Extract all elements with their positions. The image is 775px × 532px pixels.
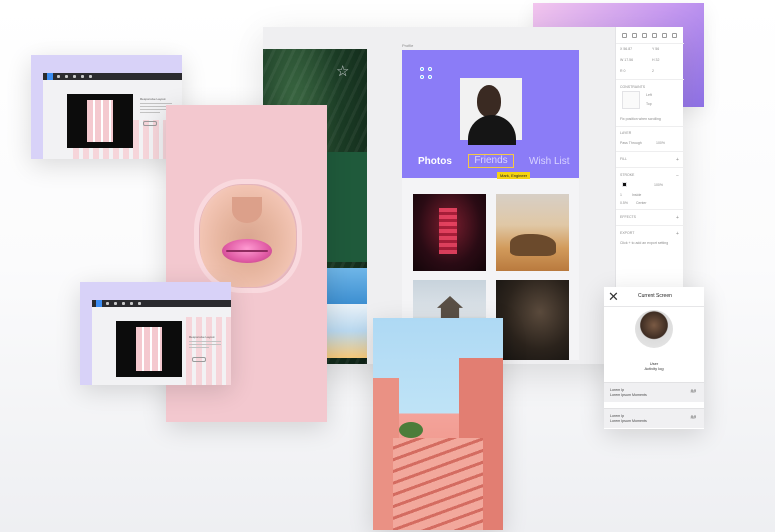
align-right-icon[interactable]: [642, 33, 647, 38]
panel-header: ✕ Current Screen: [604, 287, 704, 307]
frame-tool-icon[interactable]: [106, 302, 109, 305]
shape-tool-icon[interactable]: [65, 75, 68, 78]
constraint-vertical-select[interactable]: Top: [646, 102, 652, 106]
h-label: H: [652, 58, 655, 62]
remove-stroke-icon[interactable]: −: [676, 173, 679, 179]
item-action-icon[interactable]: ##: [690, 415, 696, 421]
y-label: Y: [652, 47, 655, 51]
effects-label: EFFECTS: [620, 215, 636, 219]
move-tool-icon[interactable]: [96, 300, 102, 307]
frame-tool-icon[interactable]: [57, 75, 60, 78]
photo-desert-camel[interactable]: [496, 194, 569, 271]
star-icon[interactable]: ☆: [336, 64, 352, 80]
export-hint: Click + to add an export setting: [620, 241, 669, 245]
stroke-position-select[interactable]: Inside: [632, 193, 641, 197]
toolbar: [92, 300, 231, 307]
photo-dark-portrait[interactable]: [496, 280, 569, 360]
toolbar: [43, 73, 182, 80]
mini-canvas: Responsive Layout: [92, 307, 231, 385]
mini-canvas: Responsive Layout: [43, 80, 182, 159]
constraint-horizontal-select[interactable]: Left: [646, 93, 652, 97]
pool-thumbnail: [326, 268, 367, 358]
user-cursor-tooltip: Mark, Engineer: [497, 172, 531, 179]
layout-preview: [67, 94, 133, 148]
tab-photos[interactable]: Photos: [418, 156, 452, 167]
profile-frame[interactable]: Photos Friends Wish List Mark, Engineer: [402, 50, 579, 360]
current-screen-panel: ✕ Current Screen User Activity log Lorem…: [604, 287, 704, 429]
hand-tool-icon[interactable]: [89, 75, 92, 78]
w-field[interactable]: 17.56: [624, 58, 633, 62]
layout-preview: [116, 321, 182, 377]
shape-tool-icon[interactable]: [114, 302, 117, 305]
align-middle-icon[interactable]: [662, 33, 667, 38]
x-field[interactable]: 56.87: [623, 47, 632, 51]
pen-tool-icon[interactable]: [122, 302, 125, 305]
blend-mode-select[interactable]: Pass Through: [620, 141, 642, 145]
pink-building-card[interactable]: [373, 318, 503, 530]
photo-neon-sign[interactable]: [413, 194, 486, 271]
move-tool-icon[interactable]: [47, 73, 53, 80]
profile-portrait: [460, 78, 522, 145]
design-window-bottom[interactable]: Responsive Layout: [80, 282, 231, 385]
text-tool-icon[interactable]: [130, 302, 133, 305]
profile-header: Photos Friends Wish List Mark, Engineer: [402, 50, 579, 179]
tab-friends[interactable]: Friends: [468, 154, 514, 168]
fill-label: FILL: [620, 157, 628, 161]
stroke-style-select[interactable]: Center: [636, 201, 647, 205]
text-tool-icon[interactable]: [81, 75, 84, 78]
tab-wish-list[interactable]: Wish List: [529, 156, 570, 167]
panel-title: Current Screen: [638, 293, 672, 299]
align-center-icon[interactable]: [632, 33, 637, 38]
green-frame-block: [326, 152, 367, 262]
y-field[interactable]: 56: [655, 47, 659, 51]
stroke-label: STROKE: [620, 173, 635, 177]
align-top-icon[interactable]: [652, 33, 657, 38]
mini-heading: Responsive Layout: [140, 97, 166, 101]
align-left-icon[interactable]: [622, 33, 627, 38]
item-action-icon[interactable]: ##: [690, 389, 696, 395]
mini-button[interactable]: [192, 357, 206, 362]
x-label: X: [620, 47, 623, 51]
stroke-opacity-field[interactable]: 100%: [654, 183, 663, 187]
close-icon[interactable]: ✕: [608, 289, 619, 305]
add-effect-icon[interactable]: +: [676, 215, 679, 221]
pen-tool-icon[interactable]: [73, 75, 76, 78]
radius-field[interactable]: 2: [652, 69, 654, 73]
constraints-label: CONSTRAINTS: [620, 85, 646, 89]
mini-button[interactable]: [143, 121, 157, 126]
align-bottom-icon[interactable]: [672, 33, 677, 38]
export-label: EXPORT: [620, 231, 635, 235]
w-label: W: [620, 58, 624, 62]
frame-label[interactable]: Profile: [402, 43, 413, 48]
design-window-top[interactable]: Responsive Layout: [31, 55, 182, 159]
add-export-icon[interactable]: +: [676, 231, 679, 237]
add-fill-icon[interactable]: +: [676, 157, 679, 163]
stroke-width-field[interactable]: 1: [620, 193, 622, 197]
activity-log-label[interactable]: Activity log: [604, 366, 704, 371]
mini-heading: Responsive Layout: [189, 335, 215, 339]
stroke-weight-field[interactable]: 0.5%: [620, 201, 628, 205]
rotation-label: R: [620, 69, 623, 73]
selection-handles-icon[interactable]: [420, 67, 434, 81]
avatar[interactable]: [635, 310, 673, 348]
list-item[interactable]: Lorem Ip Lorem Ipsum Moments ##: [604, 382, 704, 402]
list-item[interactable]: Lorem Ip Lorem Ipsum Moments ##: [604, 408, 704, 428]
stroke-color-swatch[interactable]: [622, 182, 627, 187]
rotation-field[interactable]: 0: [624, 69, 626, 73]
layer-label: LAYER: [620, 131, 632, 135]
layer-opacity-field[interactable]: 100%: [656, 141, 665, 145]
fix-position-checkbox[interactable]: Fix position when scrolling: [620, 117, 661, 121]
h-field[interactable]: 32: [656, 58, 660, 62]
hand-tool-icon[interactable]: [138, 302, 141, 305]
constraints-widget[interactable]: [622, 91, 640, 109]
